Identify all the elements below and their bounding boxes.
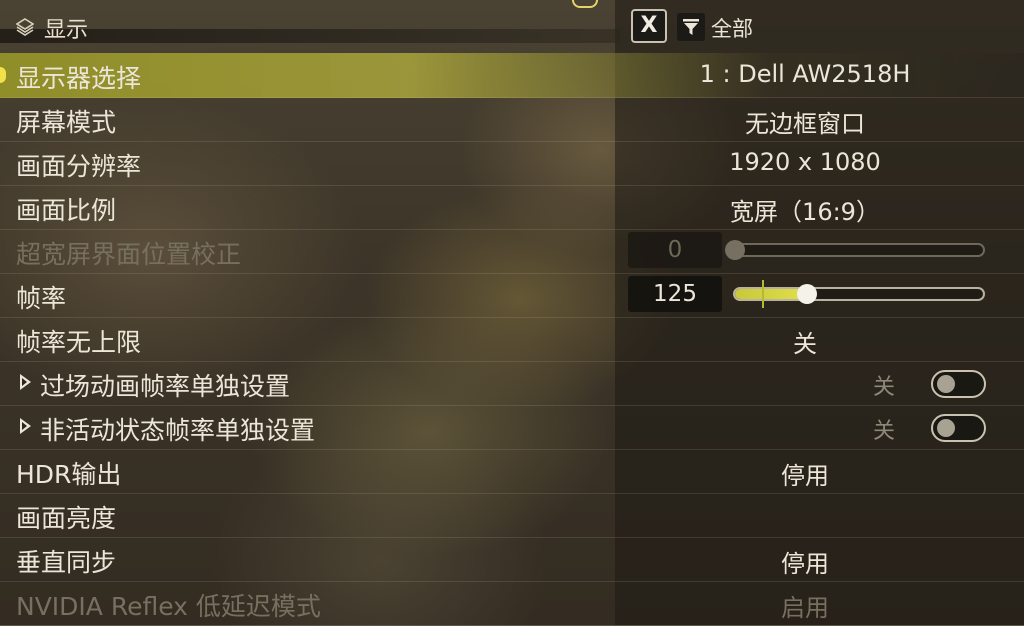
setting-label: 屏幕模式 (16, 108, 117, 137)
setting-value[interactable]: 停用 (615, 456, 995, 491)
toggle-state-label: 关 (873, 375, 896, 400)
setting-row-cutscene-fps[interactable]: 过场动画帧率单独设置 关 (0, 361, 1024, 406)
setting-label: 帧率 (16, 284, 67, 313)
setting-row-nvidia-reflex: NVIDIA Reflex 低延迟模式 启用 (0, 581, 1024, 626)
setting-row-screen-mode[interactable]: 屏幕模式 无边框窗口 (0, 97, 1024, 142)
setting-row-inactive-fps[interactable]: 非活动状态帧率单独设置 关 (0, 405, 1024, 450)
frame-rate-slider[interactable] (733, 280, 985, 308)
setting-row-monitor[interactable]: 显示器选择 1 : Dell AW2518H (0, 53, 1024, 98)
setting-row-uncapped-fps[interactable]: 帧率无上限 关 (0, 317, 1024, 362)
slider-thumb[interactable] (796, 284, 817, 304)
setting-row-brightness[interactable]: 画面亮度 (0, 493, 1024, 538)
top-ornament-icon (572, 0, 598, 8)
setting-value[interactable]: 无边框窗口 (615, 104, 995, 139)
setting-row-vsync[interactable]: 垂直同步 停用 (0, 537, 1024, 582)
header-strip (0, 29, 620, 43)
slider-thumb (725, 240, 745, 260)
setting-value[interactable]: 关 (615, 324, 995, 359)
slider-value-box: 0 (628, 232, 722, 268)
setting-label: 显示器选择 (16, 64, 142, 93)
selection-marker (0, 67, 6, 83)
settings-header: 显示 X 全部 (0, 0, 1024, 52)
toggle-switch[interactable] (931, 414, 986, 442)
slider-value-box[interactable]: 125 (628, 276, 722, 312)
toggle-knob (937, 375, 955, 393)
settings-layers-icon (15, 18, 35, 36)
setting-label: 过场动画帧率单独设置 (40, 372, 291, 401)
filter-label[interactable]: 全部 (711, 13, 753, 43)
expand-triangle-icon[interactable] (20, 374, 31, 390)
setting-row-hdr[interactable]: HDR输出 停用 (0, 449, 1024, 494)
toggle-switch[interactable] (931, 370, 986, 398)
setting-label: 非活动状态帧率单独设置 (40, 416, 316, 445)
setting-row-frame-rate[interactable]: 帧率 125 (0, 273, 1024, 318)
setting-value[interactable]: 宽屏（16:9） (615, 192, 995, 227)
toggle-knob (937, 419, 955, 437)
setting-value: 启用 (781, 594, 829, 622)
ultrawide-slider (725, 240, 985, 260)
setting-label: 垂直同步 (16, 548, 117, 577)
setting-label: 帧率无上限 (16, 328, 142, 357)
setting-row-ultrawide-correction: 超宽屏界面位置校正 0 (0, 229, 1024, 274)
setting-label: HDR输出 (16, 460, 122, 489)
close-button[interactable]: X (631, 9, 667, 43)
setting-value[interactable]: 停用 (615, 544, 995, 579)
filter-icon[interactable] (677, 13, 705, 41)
setting-label: 画面分辨率 (16, 152, 142, 181)
setting-row-resolution[interactable]: 画面分辨率 1920 x 1080 (0, 141, 1024, 186)
toggle-state-label: 关 (873, 419, 896, 444)
setting-label: NVIDIA Reflex 低延迟模式 (16, 592, 321, 621)
page-title: 显示 (44, 18, 89, 43)
setting-label: 画面亮度 (16, 504, 117, 533)
setting-value[interactable]: 1920 x 1080 (615, 148, 995, 176)
expand-triangle-icon[interactable] (20, 418, 31, 434)
setting-value[interactable]: 1 : Dell AW2518H (615, 60, 995, 88)
setting-row-aspect-ratio[interactable]: 画面比例 宽屏（16:9） (0, 185, 1024, 230)
slider-default-tick (762, 280, 764, 308)
setting-label: 画面比例 (16, 196, 117, 225)
setting-label: 超宽屏界面位置校正 (16, 240, 242, 269)
